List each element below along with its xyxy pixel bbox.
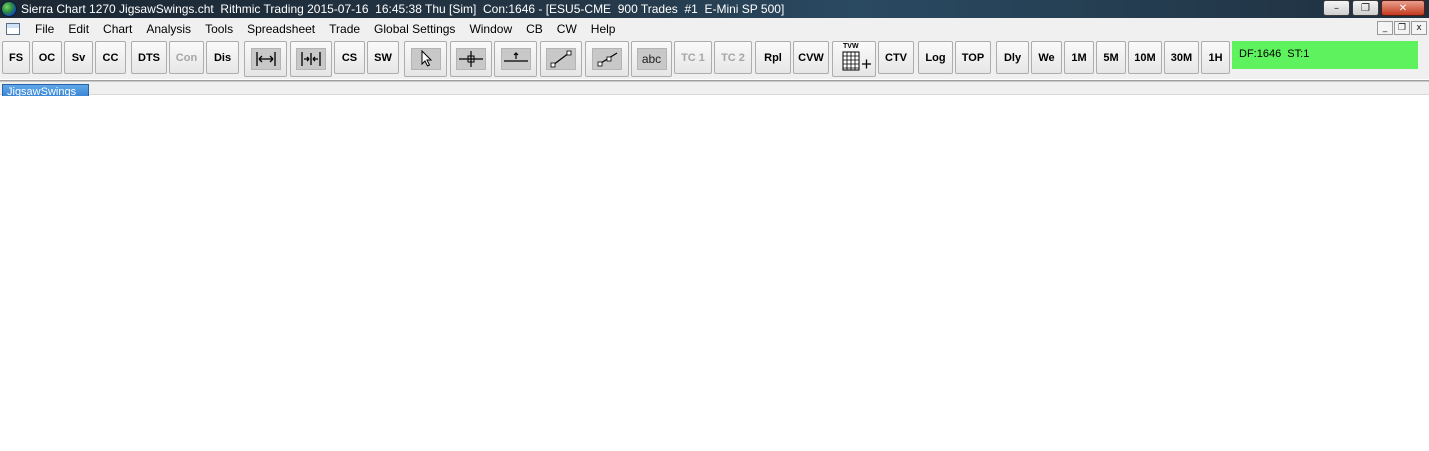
ctv-button[interactable]: CTV [878, 41, 914, 74]
values-tool-button[interactable] [494, 41, 537, 77]
dts-button[interactable]: DTS [131, 41, 167, 74]
con-button[interactable]: Con [169, 41, 204, 74]
close-button[interactable]: ✕ [1381, 0, 1425, 16]
menu-cb[interactable]: CB [519, 22, 550, 36]
top-button[interactable]: TOP [955, 41, 991, 74]
text-tool-label: abc [636, 48, 667, 70]
chart-scale-compress-button[interactable] [290, 41, 332, 77]
tab-jigsawswings[interactable]: JigsawSwings [2, 84, 89, 96]
weekly-button[interactable]: We [1031, 41, 1062, 74]
10-minute-button[interactable]: 10M [1128, 41, 1162, 74]
5-minute-button[interactable]: 5M [1096, 41, 1126, 74]
chart-tab-strip: JigsawSwings [0, 82, 1429, 96]
dis-button[interactable]: Dis [206, 41, 239, 74]
data-feed-status: DF:1646 ST:1 [1232, 41, 1418, 69]
scale-compress-icon [296, 48, 326, 70]
ray-drawing-icon [592, 48, 622, 70]
1-hour-button[interactable]: 1H [1201, 41, 1230, 74]
fs-button[interactable]: FS [2, 41, 30, 74]
oc-button[interactable]: OC [32, 41, 62, 74]
tc1-button[interactable]: TC 1 [674, 41, 712, 74]
cc-button[interactable]: CC [95, 41, 126, 74]
text-tool-button[interactable]: abc [631, 41, 672, 77]
line-drawing-icon [546, 48, 576, 70]
menu-help[interactable]: Help [584, 22, 623, 36]
menu-chart[interactable]: Chart [96, 22, 139, 36]
crosshair-icon [456, 48, 486, 70]
scale-expand-icon [250, 48, 281, 70]
cs-button[interactable]: CS [334, 41, 365, 74]
mdi-restore-button[interactable]: ❐ [1394, 21, 1410, 35]
tvw-grid-icon: TVW [836, 43, 872, 73]
menu-global-settings[interactable]: Global Settings [367, 22, 462, 36]
cvw-button[interactable]: CVW [793, 41, 829, 74]
line-tool-button[interactable] [540, 41, 582, 77]
menu-window[interactable]: Window [462, 22, 519, 36]
pointer-tool-button[interactable] [404, 41, 447, 77]
log-button[interactable]: Log [918, 41, 953, 74]
title-bar[interactable]: Sierra Chart 1270 JigsawSwings.cht Rithm… [0, 0, 1429, 18]
menu-tools[interactable]: Tools [198, 22, 240, 36]
crosshair-tool-button[interactable] [450, 41, 492, 77]
tvw-label: TVW [843, 43, 859, 50]
chart-scale-expand-button[interactable] [244, 41, 287, 77]
30-minute-button[interactable]: 30M [1164, 41, 1199, 74]
menu-analysis[interactable]: Analysis [139, 22, 198, 36]
mdi-close-button[interactable]: x [1411, 21, 1427, 35]
daily-button[interactable]: Dly [996, 41, 1029, 74]
1-minute-button[interactable]: 1M [1064, 41, 1094, 74]
menu-trade[interactable]: Trade [322, 22, 367, 36]
sv-button[interactable]: Sv [64, 41, 93, 74]
horizontal-line-marker-icon [500, 48, 531, 70]
sw-button[interactable]: SW [367, 41, 399, 74]
tc2-button[interactable]: TC 2 [714, 41, 752, 74]
menu-bar: File Edit Chart Analysis Tools Spreadshe… [0, 18, 1429, 39]
mdi-minimize-button[interactable]: _ [1377, 21, 1393, 35]
maximize-button[interactable]: ❐ [1352, 0, 1379, 16]
menu-spreadsheet[interactable]: Spreadsheet [240, 22, 322, 36]
tvw-button[interactable]: TVW [832, 41, 876, 77]
sierra-chart-globe-icon[interactable] [1, 1, 17, 17]
minimize-button[interactable]: – [1323, 0, 1350, 16]
menu-file[interactable]: File [28, 22, 61, 36]
mdi-controls: _ ❐ x [1377, 21, 1427, 35]
menu-cw[interactable]: CW [550, 22, 584, 36]
menu-edit[interactable]: Edit [61, 22, 96, 36]
ray-tool-button[interactable] [585, 41, 629, 77]
chart-workspace[interactable] [0, 96, 1429, 451]
window-title: Sierra Chart 1270 JigsawSwings.cht Rithm… [21, 2, 785, 16]
chart-document-icon[interactable] [6, 22, 20, 35]
rpl-button[interactable]: Rpl [755, 41, 791, 74]
window-controls: – ❐ ✕ [1323, 0, 1425, 16]
toolbar: FS OC Sv CC DTS Con Dis CS SW abc TC 1 T… [0, 39, 1429, 79]
arrow-pointer-icon [410, 48, 441, 70]
